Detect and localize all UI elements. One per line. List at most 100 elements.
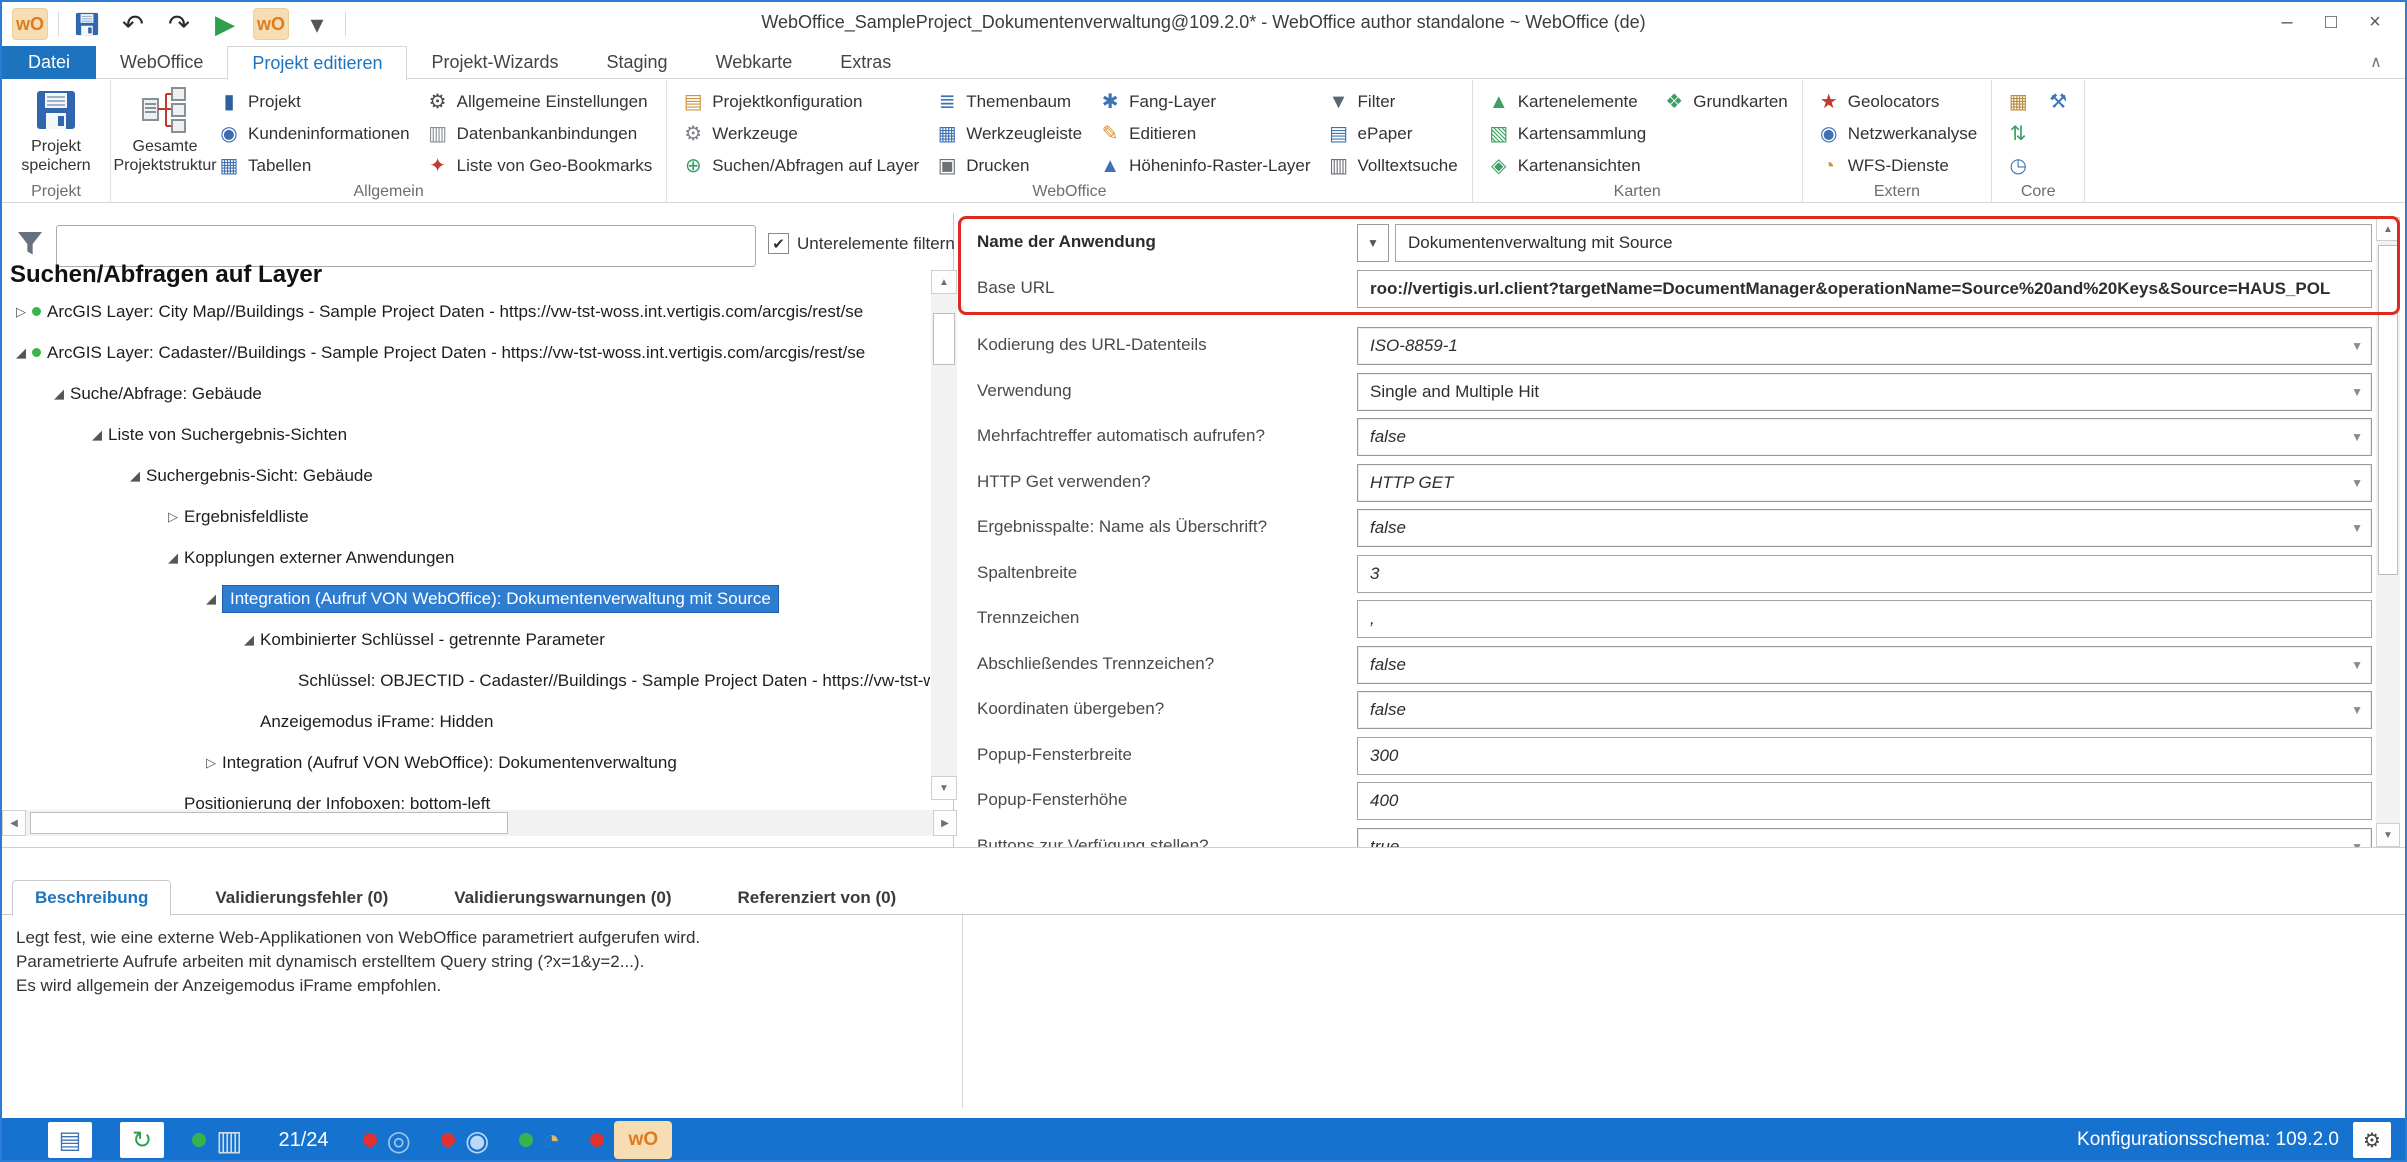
ribbon-button-core-toolbar-icon[interactable]: ▦ xyxy=(2000,86,2036,118)
property-select[interactable]: false▼ xyxy=(1357,646,2372,684)
tab-projekt-editieren[interactable]: Projekt editieren xyxy=(227,46,407,80)
tree-scroll-down-icon[interactable]: ▼ xyxy=(931,776,957,800)
ribbon-button-geolocators[interactable]: ★Geolocators xyxy=(1811,86,1983,118)
ribbon-button-wfs-dienste[interactable]: ◔WFS-Dienste xyxy=(1811,150,1983,182)
ribbon-button-volltextsuche[interactable]: ▥Volltextsuche xyxy=(1321,150,1464,182)
property-input[interactable]: 400 xyxy=(1357,782,2372,820)
property-input[interactable]: 300 xyxy=(1357,737,2372,775)
tree-item[interactable]: Schlüssel: OBJECTID - Cadaster//Building… xyxy=(2,660,930,701)
tree-item[interactable]: ◢Kopplungen externer Anwendungen xyxy=(2,537,930,578)
tab-validierungsfehler-0[interactable]: Validierungsfehler (0) xyxy=(193,880,410,915)
property-input[interactable]: , xyxy=(1357,600,2372,638)
ribbon-button-core-wrench-icon[interactable]: ⚒ xyxy=(2040,86,2076,118)
tab-datei[interactable]: Datei xyxy=(2,46,96,79)
tab-staging[interactable]: Staging xyxy=(583,46,692,79)
property-select[interactable]: true▼ xyxy=(1357,828,2372,848)
tree-scroll-right-icon[interactable]: ▶ xyxy=(933,810,957,836)
ribbon-button-netzwerkanalyse[interactable]: ◉Netzwerkanalyse xyxy=(1811,118,1983,150)
ribbon-button-werkzeuge[interactable]: ⚙Werkzeuge xyxy=(675,118,925,150)
tree-item[interactable]: Positionierung der Infoboxen: bottom-lef… xyxy=(2,783,930,811)
combo-dropdown-button[interactable]: ▼ xyxy=(1357,224,1389,262)
tab-extras[interactable]: Extras xyxy=(816,46,915,79)
expander-expanded-icon[interactable]: ◢ xyxy=(200,591,222,607)
property-select[interactable]: false▼ xyxy=(1357,418,2372,456)
tree-item[interactable]: ▷Ergebnisfeldliste xyxy=(2,496,930,537)
tab-weboffice[interactable]: WebOffice xyxy=(96,46,227,79)
tab-webkarte[interactable]: Webkarte xyxy=(692,46,817,79)
collapse-ribbon-icon[interactable]: ∧ xyxy=(2361,52,2391,72)
expander-expanded-icon[interactable]: ◢ xyxy=(124,468,146,484)
server-sessions-icon[interactable]: ▥ xyxy=(216,1124,242,1157)
ribbon-button-suchen-abfragen-auf-layer[interactable]: ⊕Suchen/Abfragen auf Layer xyxy=(675,150,925,182)
tab-projekt-wizards[interactable]: Projekt-Wizards xyxy=(407,46,582,79)
close-button[interactable]: × xyxy=(2353,6,2397,38)
ribbon-button-fang-layer[interactable]: ✱Fang-Layer xyxy=(1092,86,1316,118)
ribbon-button-höheninfo-raster-layer[interactable]: ▲Höheninfo-Raster-Layer xyxy=(1092,150,1316,182)
tree-item[interactable]: ◢ArcGIS Layer: Cadaster//Buildings - Sam… xyxy=(2,332,930,373)
weboffice-service-icon[interactable]: wO xyxy=(614,1121,672,1159)
tree-vscroll-thumb[interactable] xyxy=(933,313,955,365)
ribbon-button-kartensammlung[interactable]: ▧Kartensammlung xyxy=(1481,118,1653,150)
ribbon-button-projektkonfiguration[interactable]: ▤Projektkonfiguration xyxy=(675,86,925,118)
ribbon-button-filter[interactable]: ▼Filter xyxy=(1321,86,1464,118)
tab-beschreibung[interactable]: Beschreibung xyxy=(12,880,171,916)
ribbon-button-kartenelemente[interactable]: ▲Kartenelemente xyxy=(1481,86,1653,118)
ribbon-button-epaper[interactable]: ▤ePaper xyxy=(1321,118,1464,150)
property-input[interactable]: roo://vertigis.url.client?targetName=Doc… xyxy=(1357,270,2372,308)
expander-collapsed-icon[interactable]: ▷ xyxy=(200,755,222,771)
ribbon-button-liste-von-geo-bookmarks[interactable]: ✦Liste von Geo-Bookmarks xyxy=(420,150,659,182)
subfilter-checkbox[interactable]: ✔ xyxy=(768,233,789,254)
property-select[interactable]: ISO-8859-1▼ xyxy=(1357,327,2372,365)
expander-collapsed-icon[interactable]: ▷ xyxy=(10,304,32,320)
tab-validierungswarnungen-0[interactable]: Validierungswarnungen (0) xyxy=(432,880,693,915)
tree-item[interactable]: ◢Liste von Suchergebnis-Sichten xyxy=(2,414,930,455)
property-input[interactable]: Dokumentenverwaltung mit Source xyxy=(1395,224,2372,262)
tab-referenziert-von-0[interactable]: Referenziert von (0) xyxy=(716,880,919,915)
ribbon-button-allgemeine-einstellungen[interactable]: ⚙Allgemeine Einstellungen xyxy=(420,86,659,118)
ribbon-button-themenbaum[interactable]: ≣Themenbaum xyxy=(929,86,1088,118)
property-input[interactable]: 3 xyxy=(1357,555,2372,593)
expander-expanded-icon[interactable]: ◢ xyxy=(86,427,108,443)
ribbon-button-grundkarten[interactable]: ❖Grundkarten xyxy=(1656,86,1794,118)
minimize-button[interactable]: – xyxy=(2265,6,2309,38)
database-user-icon[interactable]: ◔ xyxy=(543,1124,560,1156)
tree-item[interactable]: ◢Suche/Abfrage: Gebäude xyxy=(2,373,930,414)
ribbon-button-core-sync-icon[interactable]: ⇅ xyxy=(2000,118,2036,150)
tree-item[interactable]: ◢Kombinierter Schlüssel - getrennte Para… xyxy=(2,619,930,660)
ribbon-button-projekt[interactable]: ▮Projekt xyxy=(211,86,416,118)
ribbon-button-gesamte-projektstruktur[interactable]: Gesamte Projektstruktur xyxy=(119,84,211,180)
ribbon-button-kartenansichten[interactable]: ◈Kartenansichten xyxy=(1481,150,1653,182)
expander-expanded-icon[interactable]: ◢ xyxy=(10,345,32,361)
tree-hscroll-thumb[interactable] xyxy=(30,812,508,834)
ribbon-button-tabellen[interactable]: ▦Tabellen xyxy=(211,150,416,182)
maximize-button[interactable]: □ xyxy=(2309,6,2353,38)
ribbon-button-drucken[interactable]: ▣Drucken xyxy=(929,150,1088,182)
refresh-icon[interactable]: ↻ xyxy=(120,1122,164,1158)
property-select[interactable]: false▼ xyxy=(1357,691,2372,729)
ribbon-button-core-scheduler-icon[interactable]: ◷ xyxy=(2000,150,2036,182)
search-service-icon[interactable]: ◎ xyxy=(387,1124,411,1157)
schema-gear-icon[interactable]: ⚙ xyxy=(2353,1122,2391,1158)
expander-expanded-icon[interactable]: ◢ xyxy=(48,386,70,402)
ribbon-button-kundeninformationen[interactable]: ◉Kundeninformationen xyxy=(211,118,416,150)
expander-expanded-icon[interactable]: ◢ xyxy=(238,632,260,648)
expander-collapsed-icon[interactable]: ▷ xyxy=(162,509,184,525)
props-scroll-up-icon[interactable]: ▲ xyxy=(2376,217,2400,241)
tree-item[interactable]: ◢Integration (Aufruf VON WebOffice): Dok… xyxy=(2,578,930,619)
ribbon-button-datenbankanbindungen[interactable]: ▥Datenbankanbindungen xyxy=(420,118,659,150)
tree-item[interactable]: ◢Suchergebnis-Sicht: Gebäude xyxy=(2,455,930,496)
tree-item[interactable]: ▷ArcGIS Layer: City Map//Buildings - Sam… xyxy=(2,291,930,332)
project-doc-icon[interactable]: ▤ xyxy=(48,1122,92,1158)
globe-service-icon[interactable]: ◉ xyxy=(465,1124,489,1157)
tree-item[interactable]: Anzeigemodus iFrame: Hidden xyxy=(2,701,930,742)
property-select[interactable]: false▼ xyxy=(1357,509,2372,547)
ribbon-button-werkzeugleiste[interactable]: ▦Werkzeugleiste xyxy=(929,118,1088,150)
props-vscroll-thumb[interactable] xyxy=(2378,245,2398,575)
props-scroll-down-icon[interactable]: ▼ xyxy=(2376,823,2400,847)
ribbon-button-projekt-speichern[interactable]: Projekt speichern xyxy=(10,84,102,180)
tree-item[interactable]: ▷Integration (Aufruf VON WebOffice): Dok… xyxy=(2,742,930,783)
tree-scroll-up-icon[interactable]: ▲ xyxy=(931,270,957,294)
property-select[interactable]: HTTP GET▼ xyxy=(1357,464,2372,502)
tree-scroll-left-icon[interactable]: ◀ xyxy=(2,810,26,836)
property-select[interactable]: Single and Multiple Hit▼ xyxy=(1357,373,2372,411)
